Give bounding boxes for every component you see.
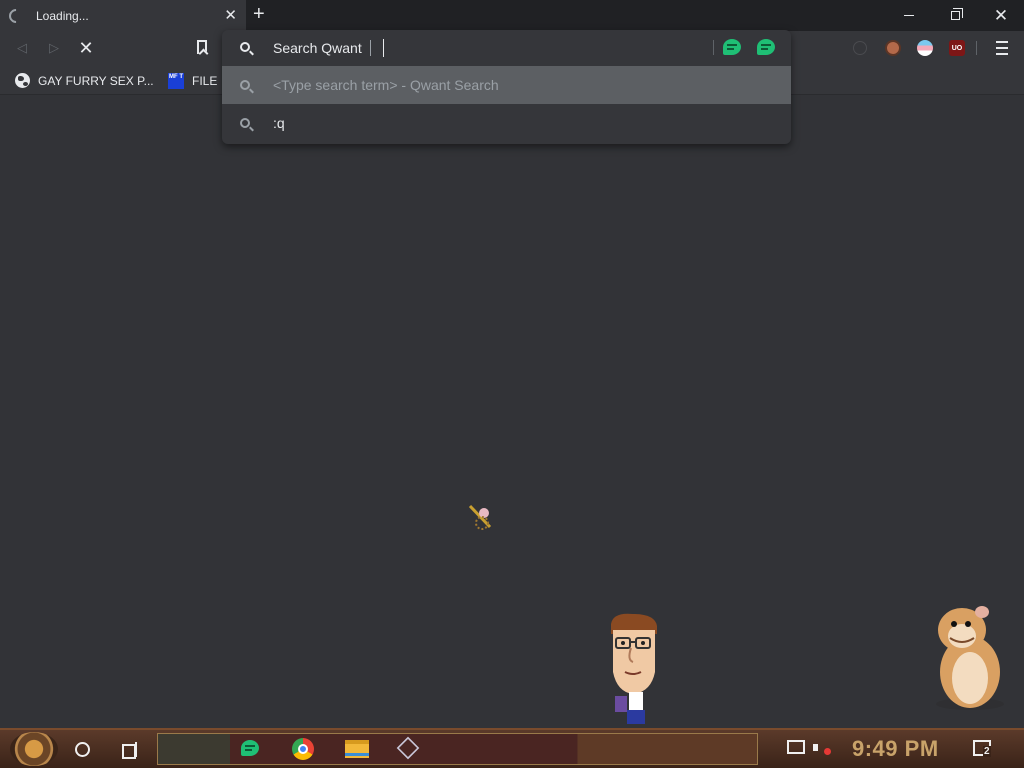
volume-muted-icon[interactable] — [813, 741, 831, 755]
ublock-badge: UO — [951, 44, 963, 52]
text-caret — [383, 39, 384, 57]
omnibox-divider — [713, 40, 714, 55]
toolbar-divider — [976, 41, 977, 55]
suggestion-text: :q — [273, 115, 285, 131]
suggestion-item[interactable]: <Type search term> - Qwant Search — [222, 66, 791, 104]
hank-hill-desktop-pet — [611, 613, 657, 724]
search-engine-keyword: Search Qwant — [273, 40, 371, 56]
search-icon — [240, 118, 250, 128]
browser-menu-icon[interactable] — [996, 41, 1008, 55]
task-view-icon[interactable] — [122, 742, 138, 759]
mft-icon: MF T — [168, 72, 184, 89]
taskbar-clock[interactable]: 9:49 PM — [852, 736, 939, 762]
tab-title: Loading... — [36, 8, 89, 23]
bookmark-icon[interactable] — [197, 40, 207, 54]
bookmark-label: FILE — [192, 73, 218, 88]
guilded-extension-icon[interactable] — [723, 39, 741, 55]
file-explorer-icon[interactable] — [345, 740, 369, 758]
flag-extension-icon[interactable] — [917, 40, 933, 56]
bookmark-item[interactable]: GAY FURRY SEX P... — [15, 72, 154, 89]
cursor-pet-icon — [468, 504, 492, 530]
bookmark-item[interactable]: MF T FILE — [168, 72, 217, 89]
forward-button[interactable]: ▷ — [42, 37, 66, 59]
minimize-button[interactable] — [886, 0, 932, 31]
title-bar: Loading... ✕ + ✕ — [0, 0, 1024, 31]
avatar-extension-icon[interactable] — [885, 40, 901, 56]
omnibox-dropdown: Search Qwant <Type search term> - Qwant … — [222, 30, 791, 144]
suggestion-item[interactable]: :q — [222, 104, 791, 142]
guilded-icon[interactable] — [239, 738, 261, 760]
tab-close-icon[interactable]: ✕ — [224, 6, 237, 24]
suggestion-text: <Type search term> - Qwant Search — [273, 77, 499, 93]
hamster-desktop-pet — [936, 606, 1004, 710]
guilded-extension-icon[interactable] — [757, 39, 775, 55]
start-button[interactable] — [10, 732, 58, 766]
restore-icon — [950, 8, 963, 20]
search-icon — [240, 42, 250, 52]
new-tab-button[interactable]: + — [253, 3, 265, 25]
notification-center-icon[interactable]: 2 — [973, 740, 991, 757]
globe-icon — [15, 73, 30, 88]
loading-spinner-icon — [6, 5, 26, 26]
close-window-button[interactable]: ✕ — [978, 0, 1024, 31]
bookmark-label: GAY FURRY SEX P... — [38, 73, 154, 88]
chrome-icon[interactable] — [292, 738, 314, 760]
cortana-icon[interactable] — [75, 742, 90, 757]
back-button[interactable]: ◁ — [10, 37, 34, 59]
address-bar[interactable]: Search Qwant — [222, 30, 791, 66]
ublock-extension-icon[interactable]: UO — [949, 40, 965, 56]
stop-loading-button[interactable]: ✕ — [74, 37, 98, 59]
minimize-icon — [904, 15, 914, 16]
search-icon — [240, 80, 250, 90]
network-icon[interactable] — [787, 740, 805, 754]
notification-count: 2 — [983, 746, 991, 757]
browser-tab[interactable]: Loading... ✕ — [0, 0, 246, 31]
restore-button[interactable] — [932, 0, 978, 31]
puzzle-extension-icon[interactable] — [853, 41, 867, 55]
windows-taskbar: 9:49 PM 2 — [0, 728, 1024, 768]
guilded-bubble-icon — [241, 740, 259, 756]
